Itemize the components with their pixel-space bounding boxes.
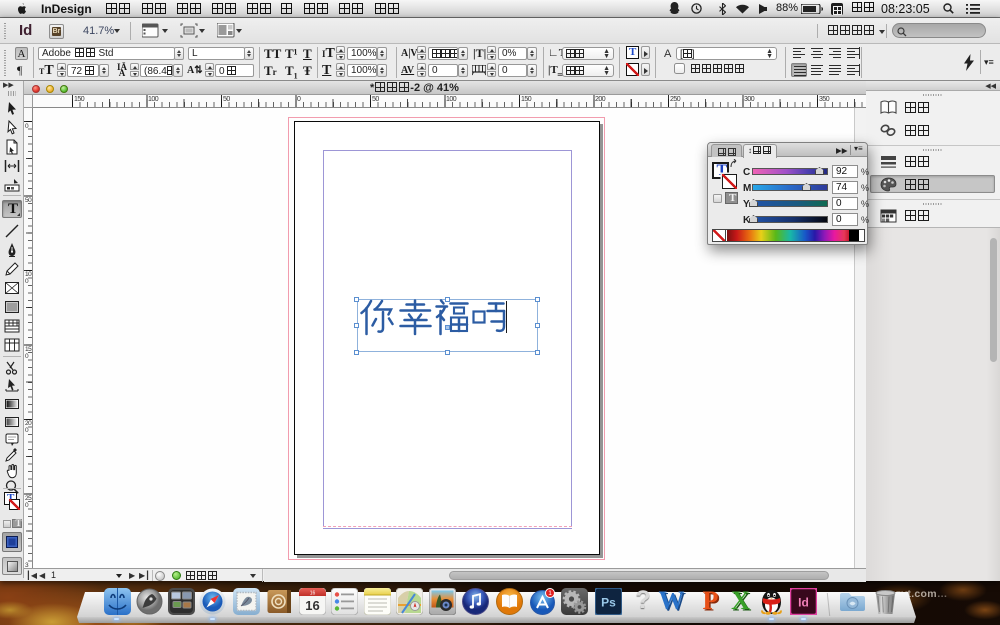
svg-text:16: 16 — [310, 591, 316, 597]
svg-text:1: 1 — [548, 590, 552, 597]
svg-text:16: 16 — [305, 598, 319, 613]
svg-text:Id: Id — [798, 596, 809, 610]
svg-text:Ps: Ps — [601, 596, 616, 610]
